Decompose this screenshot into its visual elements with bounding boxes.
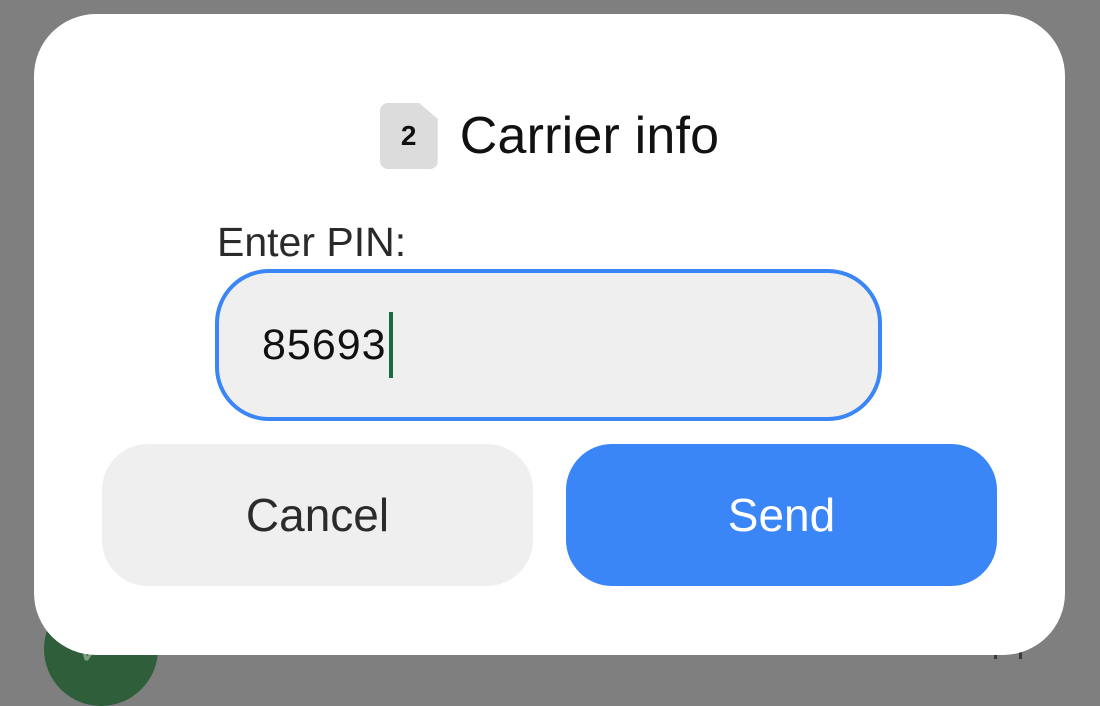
dialog-header: 2 Carrier info: [34, 102, 1065, 170]
text-cursor: [388, 312, 393, 378]
pin-label: Enter PIN:: [217, 219, 407, 265]
dialog-title: Carrier info: [459, 107, 720, 165]
pin-input[interactable]: 85693: [215, 269, 882, 421]
sim-slot-number: 2: [400, 120, 417, 151]
cancel-button[interactable]: Cancel: [102, 444, 533, 586]
sim-card-icon: 2: [379, 103, 438, 169]
carrier-info-dialog: 2 Carrier info Enter PIN: 85693 Cancel S…: [34, 14, 1065, 655]
pin-input-value: 85693: [262, 320, 387, 369]
send-button[interactable]: Send: [566, 444, 997, 586]
